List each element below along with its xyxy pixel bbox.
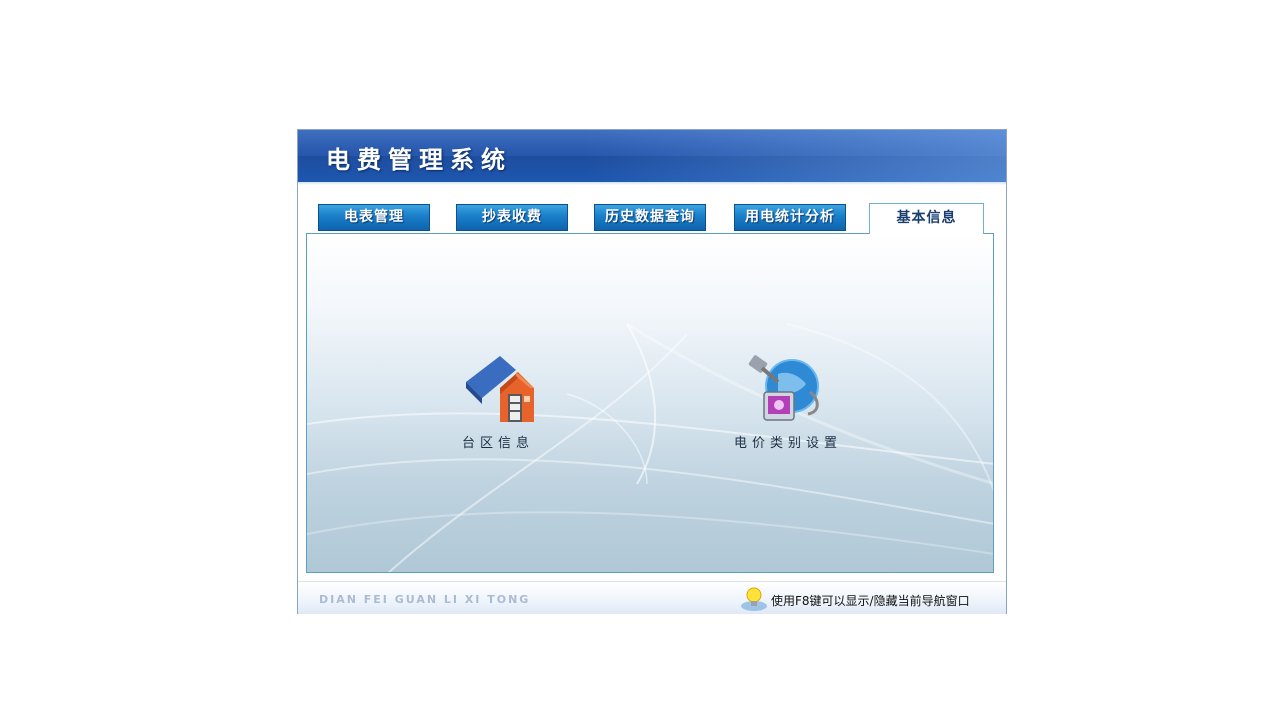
tab-bar: 电表管理 抄表收费 历史数据查询 用电统计分析 基本信息 bbox=[298, 203, 1006, 234]
house-icon bbox=[466, 356, 534, 422]
tab-meter-management[interactable]: 电表管理 bbox=[318, 204, 430, 231]
launcher-price-category-label: 电价类别设置 bbox=[733, 436, 842, 451]
status-bar: DIAN FEI GUAN LI XI TONG 使用F8键可以显示/隐藏当前导… bbox=[298, 581, 1006, 614]
tab-content-panel: 台区信息 电价类别设置 bbox=[306, 233, 994, 573]
tab-meter-reading-billing[interactable]: 抄表收费 bbox=[456, 204, 568, 231]
tab-usage-statistics[interactable]: 用电统计分析 bbox=[734, 204, 846, 231]
launcher-price-category[interactable]: 电价类别设置 bbox=[733, 352, 843, 451]
launcher-area-info-label: 台区信息 bbox=[461, 436, 534, 451]
app-header: 电费管理系统 bbox=[298, 130, 1006, 182]
globe-plug-icon bbox=[748, 355, 819, 421]
launcher-area-info[interactable]: 台区信息 bbox=[453, 352, 543, 451]
footer-brand: DIAN FEI GUAN LI XI TONG bbox=[319, 593, 531, 606]
nav-toggle-hint: 使用F8键可以显示/隐藏当前导航窗口 bbox=[740, 586, 992, 612]
app-title: 电费管理系统 bbox=[326, 146, 512, 174]
tab-history-query[interactable]: 历史数据查询 bbox=[594, 204, 706, 231]
background-swirl bbox=[307, 322, 993, 572]
app-window: 电费管理系统 电表管理 抄表收费 历史数据查询 用电统计分析 基本信息 台区信息… bbox=[297, 129, 1007, 614]
lightbulb-icon bbox=[741, 587, 767, 611]
tab-basic-info[interactable]: 基本信息 bbox=[869, 203, 984, 234]
nav-toggle-hint-text: 使用F8键可以显示/隐藏当前导航窗口 bbox=[771, 594, 970, 608]
